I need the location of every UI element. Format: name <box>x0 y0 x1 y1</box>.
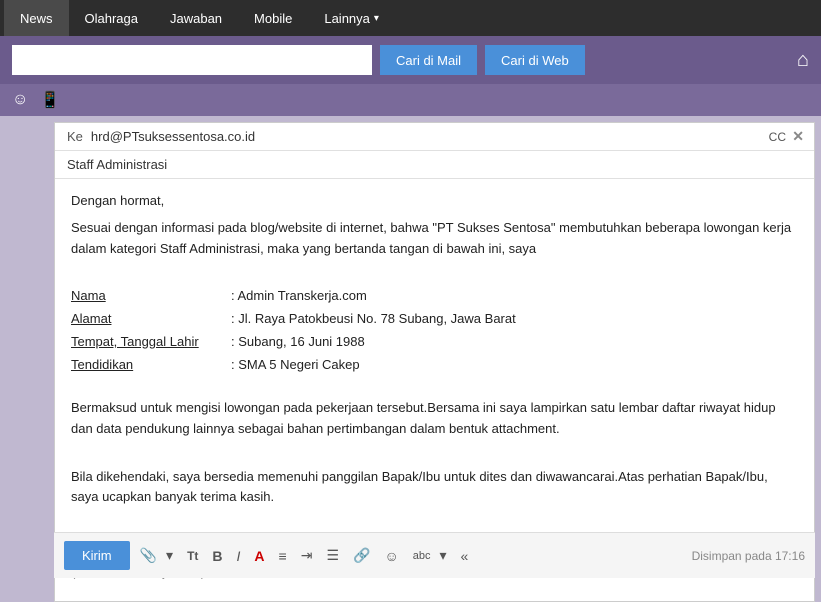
send-label: Kirim <box>82 548 112 563</box>
more-options-button[interactable]: « <box>457 546 473 566</box>
link-button[interactable]: 🔗 <box>349 545 374 566</box>
bold-icon: B <box>212 548 222 564</box>
attach-dropdown[interactable]: 📎 ▾ <box>136 545 177 566</box>
email-subject-row: Staff Administrasi <box>55 151 814 179</box>
close-button[interactable]: ✕ <box>792 128 804 145</box>
spellcheck-button[interactable]: abc <box>409 548 435 564</box>
emoji-button[interactable]: ☺ <box>380 546 402 566</box>
body-paragraph2: Bermaksud untuk mengisi lowongan pada pe… <box>71 398 798 440</box>
indent-icon: ⇥ <box>301 547 313 564</box>
align-button[interactable]: ☰ <box>322 545 343 566</box>
spellcheck-dropdown[interactable]: abc ▾ <box>409 545 451 566</box>
nav-label-mobile: Mobile <box>254 11 292 26</box>
field-value-pendidikan: : SMA 5 Negeri Cakep <box>231 355 360 376</box>
field-label-nama: Nama <box>71 286 231 307</box>
to-address: hrd@PTsuksessentosa.co.id <box>91 129 255 144</box>
nav-item-lainnya[interactable]: Lainnya ▾ <box>308 0 395 36</box>
align-icon: ☰ <box>326 547 339 564</box>
nav-item-jawaban[interactable]: Jawaban <box>154 0 238 36</box>
search-mail-label: Cari di Mail <box>396 53 461 68</box>
field-label-ttl: Tempat, Tanggal Lahir <box>71 332 231 353</box>
user-icon[interactable]: ☺ <box>12 91 28 109</box>
field-nama: Nama : Admin Transkerja.com <box>71 286 798 307</box>
indent-button[interactable]: ⇥ <box>297 545 317 566</box>
send-button[interactable]: Kirim <box>64 541 130 570</box>
link-icon: 🔗 <box>353 547 370 564</box>
field-value-ttl: : Subang, 16 Juni 1988 <box>231 332 365 353</box>
italic-button[interactable]: I <box>233 546 245 566</box>
list-icon: ≡ <box>279 548 287 564</box>
bold-button[interactable]: B <box>208 546 226 566</box>
font-color-button[interactable]: A <box>250 546 268 566</box>
email-compose: Ke hrd@PTsuksessentosa.co.id CC ✕ Staff … <box>54 122 815 602</box>
text-format-icon: Tt <box>187 549 198 563</box>
nav-item-olahraga[interactable]: Olahraga <box>69 0 154 36</box>
unordered-list-button[interactable]: ≡ <box>275 546 291 566</box>
nav-item-mobile[interactable]: Mobile <box>238 0 308 36</box>
nav-label-news: News <box>20 11 53 26</box>
field-value-nama: : Admin Transkerja.com <box>231 286 367 307</box>
format-text-button[interactable]: Tt <box>183 547 202 565</box>
attach-button[interactable]: 📎 <box>136 545 161 566</box>
nav-label-lainnya: Lainnya <box>324 11 370 26</box>
spellcheck-chevron[interactable]: ▾ <box>436 545 451 566</box>
to-label: Ke <box>67 129 83 144</box>
field-alamat: Alamat : Jl. Raya Patokbeusi No. 78 Suba… <box>71 309 798 330</box>
home-icon[interactable]: ⌂ <box>797 49 809 72</box>
search-bar: Cari di Mail Cari di Web ⌂ <box>0 36 821 84</box>
field-ttl: Tempat, Tanggal Lahir : Subang, 16 Juni … <box>71 332 798 353</box>
font-color-icon: A <box>254 548 264 564</box>
field-label-alamat: Alamat <box>71 309 231 330</box>
nav-bar: News Olahraga Jawaban Mobile Lainnya ▾ <box>0 0 821 36</box>
search-input[interactable] <box>12 45 372 75</box>
save-status: Disimpan pada 17:16 <box>692 549 805 563</box>
email-to-row: Ke hrd@PTsuksessentosa.co.id CC ✕ <box>55 123 814 151</box>
search-web-label: Cari di Web <box>501 53 569 68</box>
emoji-icon: ☺ <box>384 548 398 564</box>
more-options-icon: « <box>461 548 469 564</box>
field-value-alamat: : Jl. Raya Patokbeusi No. 78 Subang, Jaw… <box>231 309 516 330</box>
search-web-button[interactable]: Cari di Web <box>485 45 585 75</box>
nav-item-news[interactable]: News <box>4 0 69 36</box>
spellcheck-icon: abc <box>413 550 431 562</box>
body-paragraph3: Bila dikehendaki, saya bersedia memenuhi… <box>71 467 798 509</box>
cc-label[interactable]: CC <box>769 130 786 144</box>
field-label-pendidikan: Tendidikan <box>71 355 231 376</box>
body-intro: Sesuai dengan informasi pada blog/websit… <box>71 218 798 260</box>
body-greeting: Dengan hormat, <box>71 191 798 212</box>
nav-label-olahraga: Olahraga <box>85 11 138 26</box>
attach-chevron[interactable]: ▾ <box>162 545 177 566</box>
nav-label-jawaban: Jawaban <box>170 11 222 26</box>
chevron-down-icon: ▾ <box>374 13 379 24</box>
search-mail-button[interactable]: Cari di Mail <box>380 45 477 75</box>
field-pendidikan: Tendidikan : SMA 5 Negeri Cakep <box>71 355 798 376</box>
icon-bar: ☺ 📱 <box>0 84 821 116</box>
compose-toolbar: Kirim 📎 ▾ Tt B I A ≡ ⇥ ☰ 🔗 ☺ abc ▾ « Dis <box>54 532 815 578</box>
email-subject: Staff Administrasi <box>67 157 167 172</box>
mobile-icon[interactable]: 📱 <box>40 90 60 110</box>
italic-icon: I <box>237 548 241 564</box>
